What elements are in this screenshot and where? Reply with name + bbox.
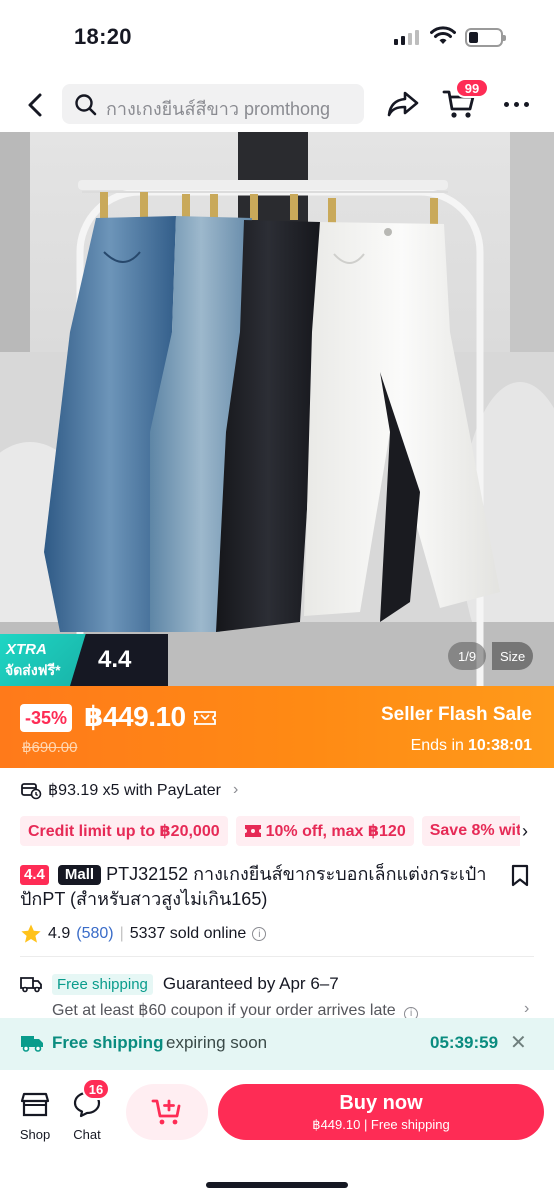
add-to-cart-button[interactable] bbox=[126, 1084, 208, 1140]
divider bbox=[20, 956, 534, 957]
paylater-text: ฿93.19 x5 with PayLater bbox=[48, 782, 221, 799]
current-price: ฿449.10 bbox=[84, 701, 186, 732]
promo-chip-save[interactable]: Save 8% with bbox=[421, 816, 520, 846]
status-bar: 18:20 bbox=[0, 0, 554, 76]
ticket-icon bbox=[244, 825, 261, 837]
expiring-soon-label: expiring soon bbox=[166, 1033, 268, 1052]
top-header: กางเกงยีนส์สีขาว promthong 99 bbox=[0, 78, 554, 130]
discount-badge: -35% bbox=[20, 704, 73, 732]
search-bar[interactable]: กางเกงยีนส์สีขาว promthong bbox=[62, 84, 364, 124]
sold-count: 5337 sold online bbox=[129, 925, 247, 942]
chevron-right-icon[interactable]: › bbox=[524, 1000, 529, 1018]
coupon-ticket-icon[interactable] bbox=[194, 710, 216, 726]
search-query: กางเกงยีนส์สีขาว promthong bbox=[106, 99, 331, 119]
buy-now-label: Buy now bbox=[339, 1092, 423, 1114]
review-count[interactable]: (580) bbox=[76, 925, 113, 943]
rating-value: 4.9 bbox=[48, 925, 71, 942]
search-icon bbox=[75, 94, 97, 116]
buy-now-button[interactable]: Buy now ฿449.10 | Free shipping bbox=[218, 1084, 544, 1140]
back-arrow-icon[interactable] bbox=[22, 90, 50, 120]
wifi-icon bbox=[430, 26, 456, 44]
chat-label: Chat bbox=[73, 1127, 101, 1142]
free-shipping-expiry-bar: Free shipping expiring soon 05:39:59 ✕ bbox=[0, 1018, 554, 1070]
image-counter: 1/9 bbox=[448, 642, 487, 670]
truck-icon bbox=[20, 977, 42, 993]
buy-now-sublabel: ฿449.10 | Free shipping bbox=[312, 1117, 450, 1132]
status-time: 18:20 bbox=[74, 24, 132, 49]
sale-event-badge: 4.4 bbox=[20, 865, 49, 885]
battery-icon bbox=[465, 28, 506, 47]
rating-row[interactable]: 4.9 (580) | 5337 sold online i bbox=[20, 922, 267, 946]
separator: | bbox=[119, 925, 124, 942]
free-shipping-tag: Free shipping bbox=[52, 973, 153, 995]
chat-count-badge: 16 bbox=[82, 1078, 110, 1100]
xtra-sub-label: จัดส่งฟรี* bbox=[5, 662, 61, 678]
shipping-countdown: 05:39:59 bbox=[430, 1033, 499, 1052]
paylater-row[interactable]: ฿93.19 x5 with PayLater › bbox=[20, 778, 238, 802]
info-icon[interactable]: i bbox=[252, 927, 267, 941]
mall-badge: Mall bbox=[57, 865, 102, 885]
star-icon bbox=[21, 924, 41, 943]
product-photo bbox=[0, 132, 554, 686]
bookmark-icon[interactable] bbox=[510, 864, 530, 888]
chevron-right-icon: › bbox=[232, 781, 239, 798]
paylater-icon bbox=[21, 783, 42, 800]
promo-chip-credit[interactable]: Credit limit up to ฿20,000 bbox=[20, 816, 228, 846]
original-price: ฿690.00 bbox=[22, 739, 78, 756]
xtra-label: XTRA bbox=[6, 641, 47, 658]
cart-count-badge: 99 bbox=[455, 78, 489, 98]
share-icon[interactable] bbox=[386, 89, 420, 119]
chevron-right-icon[interactable]: › bbox=[522, 821, 528, 842]
truck-icon bbox=[21, 1036, 43, 1052]
free-shipping-label: Free shipping bbox=[52, 1033, 164, 1052]
flash-sale-countdown: Ends in 10:38:01 bbox=[411, 737, 532, 755]
more-options-icon[interactable] bbox=[504, 102, 529, 107]
flash-sale-price-bar: -35% ฿449.10 ฿690.00 Seller Flash Sale E… bbox=[0, 686, 554, 768]
delivery-guarantee: Guaranteed by Apr 6–7 bbox=[162, 974, 339, 993]
add-to-cart-icon bbox=[151, 1099, 181, 1125]
close-icon[interactable]: ✕ bbox=[510, 1030, 527, 1055]
bottom-action-bar: Shop Chat 16 Buy now ฿449.10 | Free ship… bbox=[0, 1070, 554, 1200]
shop-icon bbox=[20, 1092, 50, 1117]
promo-chips: Credit limit up to ฿20,000 10% off, max … bbox=[20, 816, 520, 846]
size-guide-button[interactable]: Size bbox=[492, 642, 534, 670]
ends-in-time: 10:38:01 bbox=[467, 737, 532, 754]
seller-flash-sale-label: Seller Flash Sale bbox=[380, 704, 532, 725]
product-image-carousel[interactable]: XTRA จัดส่งฟรี* 4.4 1/9 Size bbox=[0, 132, 554, 686]
shipping-row[interactable]: Free shipping Guaranteed by Apr 6–7 bbox=[20, 972, 339, 996]
ends-in-label: Ends in bbox=[410, 737, 464, 754]
promo-chip-discount[interactable]: 10% off, max ฿120 bbox=[235, 816, 414, 846]
sale-rating-badge: 4.4 bbox=[98, 646, 132, 673]
shop-button[interactable]: Shop bbox=[18, 1090, 52, 1142]
shop-label: Shop bbox=[19, 1127, 51, 1142]
product-title: 4.4 Mall PTJ32152 กางเกงยีนส์ขากระบอกเล็… bbox=[20, 862, 498, 912]
xtra-free-shipping-badge: XTRA จัดส่งฟรี* 4.4 bbox=[0, 634, 168, 686]
signal-icon bbox=[394, 29, 419, 45]
home-indicator bbox=[206, 1182, 348, 1188]
